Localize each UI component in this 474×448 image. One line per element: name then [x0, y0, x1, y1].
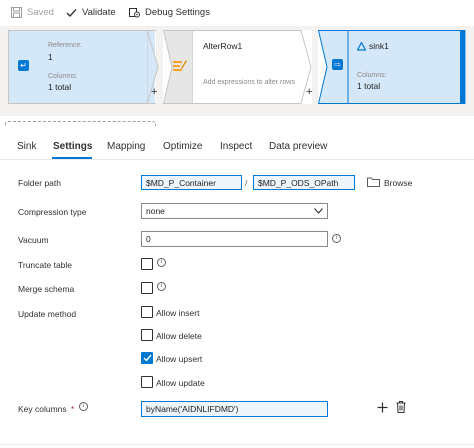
compression-type-value: none: [146, 206, 165, 216]
key-columns-required-mark: *: [71, 404, 75, 414]
panel-bottom-divider: [0, 444, 474, 445]
vacuum-input[interactable]: 0: [141, 231, 328, 247]
merge-schema-label: Merge schema: [18, 284, 75, 294]
source-node[interactable]: ↵ Reference: 1 Columns: 1 total: [8, 30, 159, 104]
add-icon[interactable]: [377, 402, 388, 413]
delete-icon[interactable]: [396, 401, 406, 413]
validate-button[interactable]: Validate: [66, 7, 116, 18]
update-method-label: Update method: [18, 309, 77, 319]
allow-insert-label: Allow insert: [156, 308, 200, 318]
truncate-table-label: Truncate table: [18, 260, 73, 270]
browse-button[interactable]: Browse: [384, 178, 412, 188]
allow-update-checkbox[interactable]: [141, 376, 153, 388]
dataflow-canvas: ↵ Reference: 1 Columns: 1 total + AlterR…: [0, 26, 474, 116]
tab-mapping[interactable]: Mapping: [107, 141, 145, 152]
toolbar: Saved Validate Debug Settings: [0, 0, 474, 26]
add-transform-plus-1[interactable]: +: [151, 86, 157, 98]
compression-type-label: Compression type: [18, 207, 87, 217]
allow-upsert-label: Allow upsert: [156, 354, 203, 364]
panel-splitter[interactable]: [5, 121, 156, 126]
add-transform-plus-2[interactable]: +: [306, 86, 312, 98]
chevron-down-icon: [314, 208, 323, 214]
source-reference-value: 1: [48, 52, 53, 62]
validate-label: Validate: [82, 7, 116, 18]
allow-delete-checkbox[interactable]: [141, 329, 153, 341]
merge-schema-checkbox[interactable]: [141, 282, 153, 294]
source-icon: ↵: [18, 60, 29, 71]
tab-sink[interactable]: Sink: [17, 141, 36, 152]
folder-container-input[interactable]: $MD_P_Container: [141, 175, 242, 190]
compression-type-select[interactable]: none: [141, 203, 328, 219]
source-reference-label: Reference:: [48, 42, 83, 49]
key-columns-input[interactable]: byName('AIDNLIFDMD'): [141, 401, 328, 417]
tab-inspect[interactable]: Inspect: [220, 141, 252, 152]
tab-settings[interactable]: Settings: [53, 141, 92, 152]
checkmark-icon: [66, 8, 77, 17]
sink-icon: ⇨: [332, 59, 343, 70]
tab-data-preview[interactable]: Data preview: [269, 141, 327, 152]
debug-settings-button[interactable]: Debug Settings: [129, 7, 210, 18]
source-columns-label: Columns:: [48, 73, 78, 80]
vacuum-label: Vacuum: [18, 235, 49, 245]
alter-row-node[interactable]: AlterRow1 Add expressions to alter rows: [163, 30, 312, 104]
allow-update-label: Allow update: [156, 378, 205, 388]
source-columns-value: 1 total: [48, 82, 72, 92]
sink-node[interactable]: ⇨ sink1 Columns: 1 total: [318, 30, 466, 104]
debug-settings-icon: [129, 8, 140, 18]
truncate-table-checkbox[interactable]: [141, 258, 153, 270]
sink-columns-value: 1 total: [357, 81, 381, 91]
truncate-table-info-icon[interactable]: i: [157, 258, 166, 267]
merge-schema-info-icon[interactable]: i: [157, 282, 166, 291]
sink-title-icon: [357, 42, 366, 51]
save-icon: [11, 7, 22, 18]
folder-path-input[interactable]: $MD_P_ODS_OPath: [253, 175, 355, 190]
saved-label: Saved: [27, 7, 54, 18]
folder-path-label: Folder path: [18, 178, 61, 188]
tab-optimize[interactable]: Optimize: [163, 141, 202, 152]
saved-button[interactable]: Saved: [11, 7, 54, 18]
settings-tabs: Sink Settings Mapping Optimize Inspect D…: [0, 138, 474, 160]
checkmark-icon: [143, 354, 152, 362]
allow-upsert-checkbox[interactable]: [141, 352, 153, 364]
alter-row-icon: [173, 60, 187, 71]
folder-path-separator: /: [245, 178, 248, 188]
allow-insert-checkbox[interactable]: [141, 306, 153, 318]
folder-icon[interactable]: [367, 177, 380, 187]
vacuum-info-icon[interactable]: i: [332, 234, 341, 243]
key-columns-label: Key columns: [18, 404, 67, 414]
sink-title: sink1: [369, 41, 389, 51]
active-tab-indicator: [52, 157, 92, 159]
alter-row-hint: Add expressions to alter rows: [203, 79, 295, 86]
sink-columns-label: Columns:: [357, 72, 387, 79]
allow-delete-label: Allow delete: [156, 331, 202, 341]
key-columns-info-icon[interactable]: i: [79, 402, 88, 411]
debug-settings-label: Debug Settings: [145, 7, 210, 18]
alter-row-title: AlterRow1: [203, 41, 243, 51]
